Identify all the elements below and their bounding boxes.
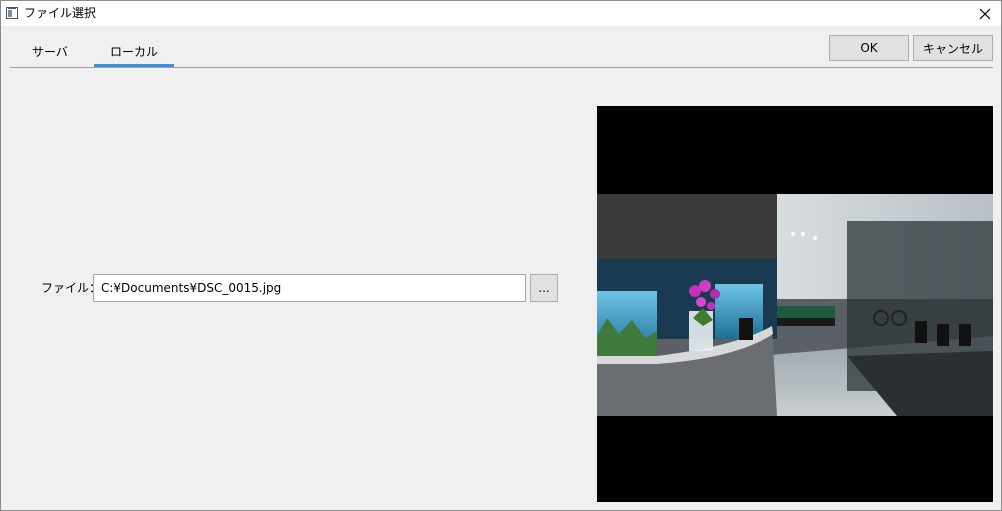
close-icon	[979, 8, 991, 19]
title-bar: ファイル選択	[1, 1, 1001, 26]
file-label: ファイル：	[41, 281, 102, 295]
app-window-icon	[6, 7, 18, 19]
image-preview	[597, 106, 993, 502]
tab-server[interactable]: サーバ	[10, 39, 90, 66]
cancel-button[interactable]: キャンセル	[913, 35, 993, 61]
window-title: ファイル選択	[24, 6, 97, 20]
tab-local[interactable]: ローカル	[94, 39, 174, 67]
ok-button[interactable]: OK	[829, 35, 909, 61]
preview-photo	[597, 194, 993, 416]
file-path-input[interactable]	[93, 274, 526, 302]
close-button[interactable]	[969, 1, 1001, 26]
file-select-dialog: ファイル選択 サーバ ローカル OK キャンセル ファイル： ...	[0, 0, 1002, 511]
browse-button[interactable]: ...	[530, 274, 558, 302]
